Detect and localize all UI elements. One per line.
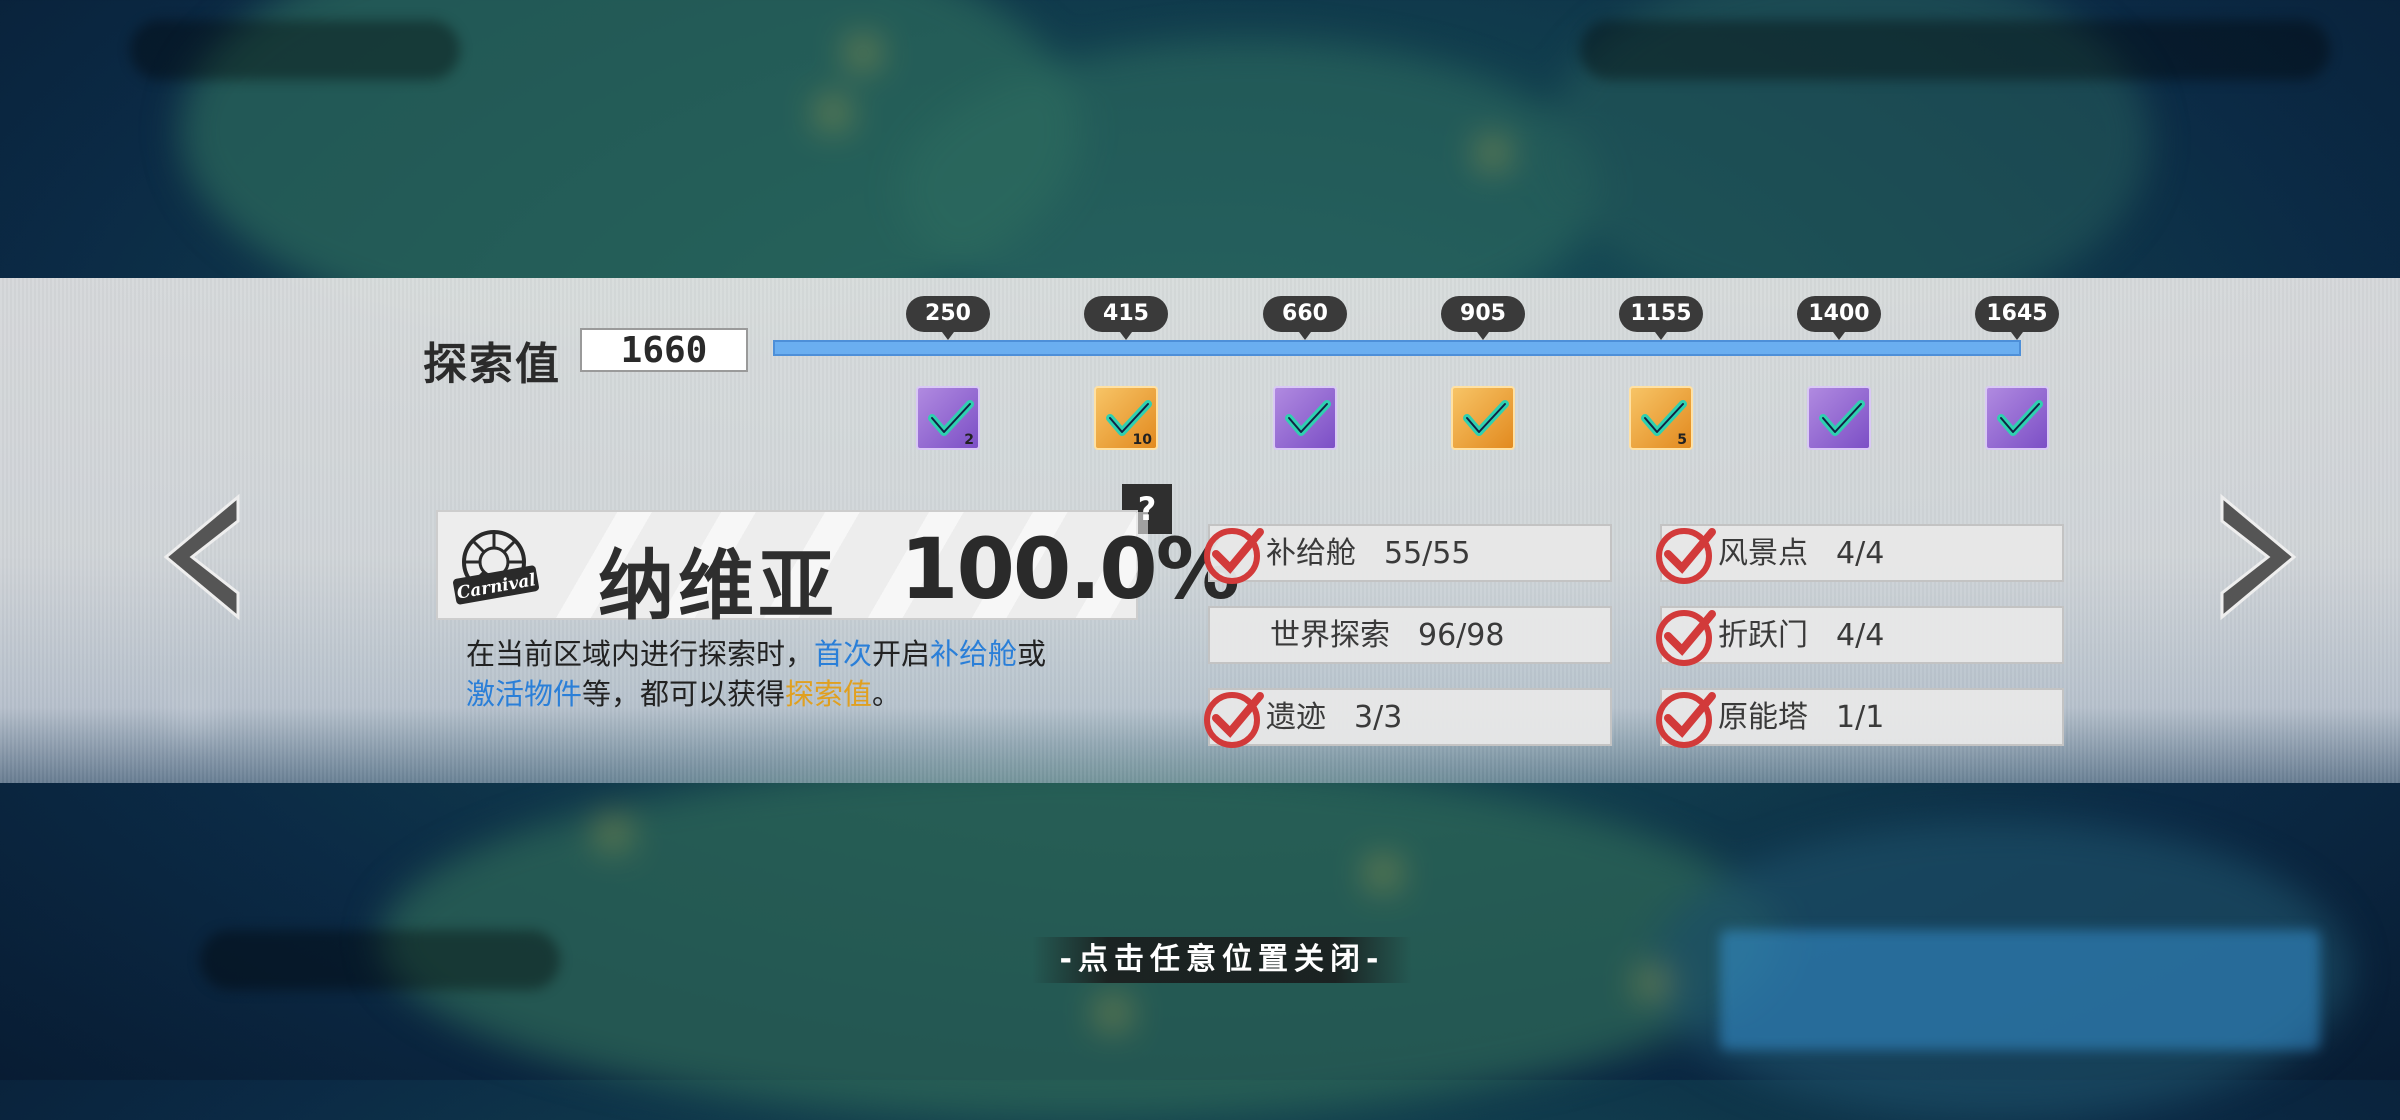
desc-text: 在当前区域内进行探索时，	[466, 637, 815, 671]
exploration-panel: 探索值 1660 250 2 415 10 660 905 1155 5 1400 1645 ? …	[0, 278, 2400, 783]
milestone-reward[interactable]	[1985, 386, 2049, 450]
desc-text: 或	[1017, 637, 1047, 671]
outfit-icon	[1819, 400, 1865, 436]
stat-label: 遗迹	[1266, 700, 1326, 735]
reward-count: 10	[1132, 432, 1152, 448]
stat-value: 4/4	[1836, 618, 1885, 653]
milestone-value: 415	[1084, 296, 1168, 340]
next-region-arrow-icon[interactable]	[2216, 493, 2302, 623]
chip-icon	[1463, 400, 1509, 436]
milestone-value: 250	[906, 296, 990, 340]
stat-value: 3/3	[1354, 700, 1403, 735]
stat-world-exploration: 世界探索 96/98	[1208, 606, 1612, 664]
reward-count: 5	[1677, 432, 1687, 448]
stat-supply-pod: 补给舱 55/55	[1204, 524, 1612, 584]
stat-label: 世界探索	[1270, 618, 1390, 653]
stat-value: 96/98	[1418, 618, 1505, 653]
milestone-value: 1400	[1797, 296, 1881, 340]
milestone-reward[interactable]	[1807, 386, 1871, 450]
stat-warp-gate: 折跃门 4/4	[1656, 606, 2064, 666]
stat-ruins: 遗迹 3/3	[1204, 688, 1612, 748]
check-icon	[1204, 528, 1264, 584]
desc-text: 等，都可以获得	[582, 677, 786, 711]
milestone-value: 905	[1441, 296, 1525, 340]
desc-highlight: 首次	[814, 637, 873, 671]
top-right-bar	[1580, 20, 2330, 80]
region-name: 纳维亚	[598, 541, 838, 630]
milestone-reward[interactable]: 2	[916, 386, 980, 450]
exploration-value: 1660	[580, 328, 748, 372]
stat-value: 55/55	[1384, 536, 1471, 571]
prev-region-arrow-icon[interactable]	[158, 493, 244, 623]
close-hint[interactable]: -点击任意位置关闭-	[1032, 937, 1412, 983]
region-percent: 100.0%	[900, 520, 1240, 618]
milestone-reward[interactable]: 10	[1094, 386, 1158, 450]
stat-energy-tower: 原能塔 1/1	[1656, 688, 2064, 748]
desc-highlight: 探索值	[785, 677, 873, 711]
stat-label: 风景点	[1718, 536, 1808, 571]
bottom-left-bar	[200, 930, 560, 990]
region-card: Carnival 纳维亚 100.0%	[436, 510, 1240, 630]
milestone-value: 660	[1263, 296, 1347, 340]
exploration-label: 探索值	[423, 339, 561, 390]
check-icon	[1656, 528, 1716, 584]
stat-scenic-spot: 风景点 4/4	[1656, 524, 2064, 584]
milestone-value: 1155	[1619, 296, 1703, 340]
stat-value: 4/4	[1836, 536, 1885, 571]
desc-highlight: 激活物件	[466, 677, 583, 711]
bottom-right-bar	[1720, 930, 2320, 1050]
exploration-progress-bar	[773, 340, 2021, 356]
check-icon	[1204, 692, 1264, 748]
milestone-reward[interactable]	[1273, 386, 1337, 450]
material-icon	[1285, 400, 1331, 436]
reward-count: 2	[964, 432, 974, 448]
description: 在当前区域内进行探索时，首次开启补给舱或激活物件等，都可以获得探索值。	[466, 634, 1146, 714]
carnival-logo-icon: Carnival	[453, 530, 539, 605]
stat-label: 折跃门	[1718, 618, 1808, 653]
stat-label: 原能塔	[1718, 700, 1808, 735]
desc-highlight: 补给舱	[930, 637, 1018, 671]
top-left-bar	[130, 20, 460, 80]
milestone-reward[interactable]	[1451, 386, 1515, 450]
milestone-reward[interactable]: 5	[1629, 386, 1693, 450]
check-icon	[1656, 610, 1716, 666]
desc-text: 。	[872, 677, 902, 711]
stat-value: 1/1	[1836, 700, 1885, 735]
stat-label: 补给舱	[1266, 536, 1356, 571]
gem-icon	[1997, 400, 2043, 436]
milestone-value: 1645	[1975, 296, 2059, 340]
check-icon	[1656, 692, 1716, 748]
desc-text: 开启	[872, 637, 931, 671]
